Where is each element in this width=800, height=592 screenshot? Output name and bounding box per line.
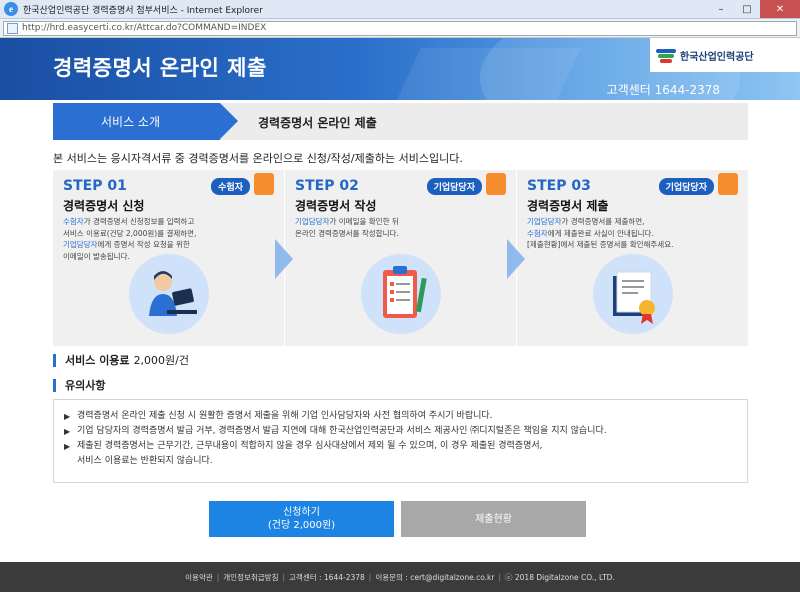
note-item-continuation: 서비스 이용료는 반환되지 않습니다. bbox=[77, 456, 213, 466]
company-manager-icon bbox=[486, 173, 506, 195]
footer-contact-email: 이용문의 : cert@digitalzone.co.kr bbox=[375, 572, 495, 582]
person-computer-illustration bbox=[128, 254, 209, 334]
footer-customer-center: 고객센터 : 1644-2378 bbox=[289, 572, 365, 582]
url-text: http://hrd.easycerti.co.kr/Attcar.do?COM… bbox=[22, 23, 267, 33]
step-arrow-icon bbox=[507, 239, 525, 279]
address-bar: http://hrd.easycerti.co.kr/Attcar.do?COM… bbox=[0, 19, 800, 38]
logo-text: 한국산업인력공단 bbox=[680, 51, 754, 63]
maximize-button[interactable]: □ bbox=[734, 0, 760, 18]
step-arrow-icon bbox=[275, 239, 293, 279]
steps-panel: STEP 01 수험자 경력증명서 신청 수험자가 경력증명서 신청정보를 입력… bbox=[53, 170, 748, 346]
step-title: 경력증명서 제출 bbox=[527, 199, 609, 213]
step-card-3: STEP 03 기업담당자 경력증명서 제출 기업담당자가 경력증명서를 제출하… bbox=[517, 170, 748, 346]
apply-button[interactable]: 신청하기 (건당 2,000원) bbox=[209, 501, 394, 537]
role-badge: 기업담당자 bbox=[658, 178, 714, 195]
footer-terms-link[interactable]: 이용약관 bbox=[185, 572, 213, 583]
tab-service-intro[interactable]: 서비스 소개 bbox=[53, 103, 238, 140]
company-manager-icon bbox=[718, 173, 738, 195]
step-number: STEP 01 bbox=[63, 178, 127, 194]
tab-current-page: 경력증명서 온라인 제출 bbox=[258, 116, 377, 130]
note-item: ▶ 기업 담당자의 경력증명서 발급 거부, 경력증명서 발급 지연에 대해 한국… bbox=[64, 426, 607, 436]
role-badge: 기업담당자 bbox=[426, 178, 482, 195]
examinee-icon bbox=[254, 173, 274, 195]
footer-privacy-link[interactable]: 개인정보취급방침 bbox=[223, 572, 278, 583]
notes-heading: 유의사항 bbox=[53, 379, 105, 392]
service-fee: 서비스 이용료 2,000원/건 bbox=[53, 354, 189, 367]
window-controls: – □ ✕ bbox=[708, 0, 800, 19]
role-badge: 수험자 bbox=[211, 178, 250, 195]
url-field[interactable]: http://hrd.easycerti.co.kr/Attcar.do?COM… bbox=[3, 20, 797, 36]
close-button[interactable]: ✕ bbox=[760, 0, 800, 18]
step-description: 기업담당자가 경력증명서를 제출하면, 수험자에게 제출완료 사실이 안내됩니다… bbox=[527, 217, 674, 249]
step-card-2: STEP 02 기업담당자 경력증명서 작성 기업담당자가 이메일을 확인한 뒤… bbox=[285, 170, 516, 346]
certificate-illustration bbox=[592, 254, 673, 334]
step-description: 기업담당자가 이메일을 확인한 뒤 온라인 경력증명서를 작성합니다. bbox=[295, 217, 399, 238]
service-fee-label: 서비스 이용료 bbox=[65, 354, 130, 367]
apply-button-price: (건당 2,000원) bbox=[267, 520, 336, 531]
submission-status-button[interactable]: 제출현황 bbox=[401, 501, 586, 537]
note-item: ▶ 경력증명서 온라인 제출 신청 시 원활한 증명서 제출을 위해 기업 인사담… bbox=[64, 411, 493, 421]
note-item: ▶ 제출된 경력증명서는 근무기간, 근무내용이 적합하지 않을 경우 심사대상에… bbox=[64, 441, 543, 451]
service-fee-value: 2,000원/건 bbox=[133, 354, 189, 367]
step-title: 경력증명서 신청 bbox=[63, 199, 145, 213]
header-banner: 경력증명서 온라인 제출 한국산업인력공단 고객센터 1644-2378 bbox=[0, 38, 800, 100]
step-title: 경력증명서 작성 bbox=[295, 199, 377, 213]
service-intro-text: 본 서비스는 응시자격서류 중 경력증명서를 온라인으로 신청/작성/제출하는 … bbox=[53, 152, 463, 165]
page-icon bbox=[7, 22, 18, 34]
footer: 이용약관 | 개인정보취급방침 | 고객센터 : 1644-2378 | 이용문의 :… bbox=[0, 562, 800, 592]
window-titlebar: e 한국산업인력공단 경력증명서 첨부서비스 - Internet Explor… bbox=[0, 0, 800, 19]
step-card-1: STEP 01 수험자 경력증명서 신청 수험자가 경력증명서 신청정보를 입력… bbox=[53, 170, 284, 346]
step-number: STEP 03 bbox=[527, 178, 591, 194]
checklist-illustration bbox=[360, 254, 441, 334]
window-title: 한국산업인력공단 경력증명서 첨부서비스 - Internet Explorer bbox=[23, 5, 263, 16]
hrdkorea-logo[interactable]: 한국산업인력공단 bbox=[650, 38, 800, 72]
step-number: STEP 02 bbox=[295, 178, 359, 194]
customer-center: 고객센터 1644-2378 bbox=[606, 83, 720, 97]
notes-box: ▶ 경력증명서 온라인 제출 신청 시 원활한 증명서 제출을 위해 기업 인사담… bbox=[53, 399, 748, 483]
tab-bar: 서비스 소개 경력증명서 온라인 제출 bbox=[53, 103, 748, 140]
ie-logo-icon: e bbox=[4, 2, 18, 16]
minimize-button[interactable]: – bbox=[708, 0, 734, 18]
logo-mark-icon bbox=[656, 48, 676, 63]
apply-button-label: 신청하기 bbox=[283, 507, 320, 518]
submission-status-label: 제출현황 bbox=[475, 513, 512, 525]
footer-copyright: ⓒ 2018 Digitalzone CO., LTD. bbox=[505, 572, 615, 582]
page-title: 경력증명서 온라인 제출 bbox=[53, 56, 267, 80]
